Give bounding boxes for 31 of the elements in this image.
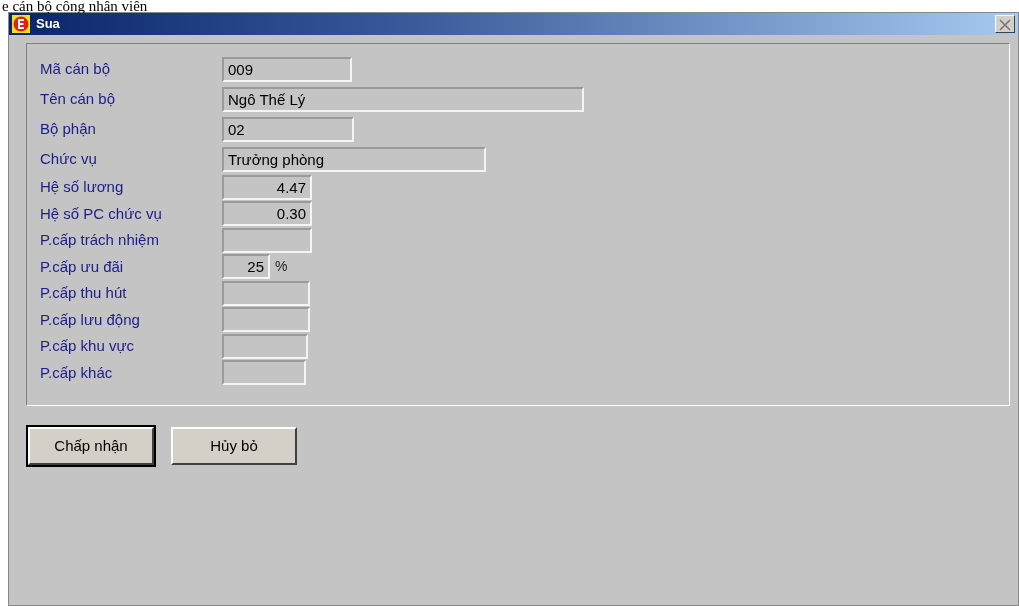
accept-button[interactable]: Chấp nhận bbox=[28, 427, 154, 465]
field-label: Hệ số PC chức vụ bbox=[40, 203, 163, 224]
field-label: Bộ phận bbox=[40, 118, 97, 139]
input-field[interactable] bbox=[222, 360, 306, 386]
input-field[interactable] bbox=[222, 280, 310, 306]
unit-label: % bbox=[275, 257, 288, 277]
field-label: P.cấp lưu động bbox=[40, 309, 141, 330]
field-label: P.cấp trách nhiệm bbox=[40, 230, 160, 250]
input-field[interactable]: Trưởng phòng bbox=[222, 146, 486, 172]
input-field[interactable] bbox=[222, 333, 308, 359]
field-label: Mã cán bộ bbox=[40, 58, 112, 79]
input-field[interactable] bbox=[222, 227, 312, 253]
app-logo-icon bbox=[12, 15, 30, 33]
field-label: P.cấp thu hút bbox=[40, 283, 128, 303]
field-label: P.cấp khu vực bbox=[40, 336, 135, 356]
input-field[interactable]: 0.30 bbox=[222, 201, 312, 227]
window-title: Sua bbox=[36, 15, 60, 34]
field-label: P.cấp ưu đãi bbox=[40, 256, 125, 277]
input-field[interactable]: Ngô Thế Lý bbox=[222, 86, 584, 112]
input-field[interactable]: 25 bbox=[222, 254, 270, 280]
field-label: P.cấp khác bbox=[40, 362, 114, 383]
cancel-button[interactable]: Hủy bỏ bbox=[171, 427, 297, 465]
page-heading: e cán bộ công nhân viên bbox=[1, 0, 149, 12]
input-field[interactable]: 02 bbox=[222, 116, 354, 142]
field-label: Hệ số lương bbox=[40, 177, 125, 197]
field-label: Tên cán bộ bbox=[40, 88, 117, 109]
input-field[interactable]: 4.47 bbox=[222, 174, 312, 200]
input-field[interactable] bbox=[222, 307, 310, 333]
input-field[interactable]: 009 bbox=[222, 56, 352, 82]
field-label: Chức vụ bbox=[40, 148, 98, 169]
close-button[interactable] bbox=[995, 15, 1015, 33]
